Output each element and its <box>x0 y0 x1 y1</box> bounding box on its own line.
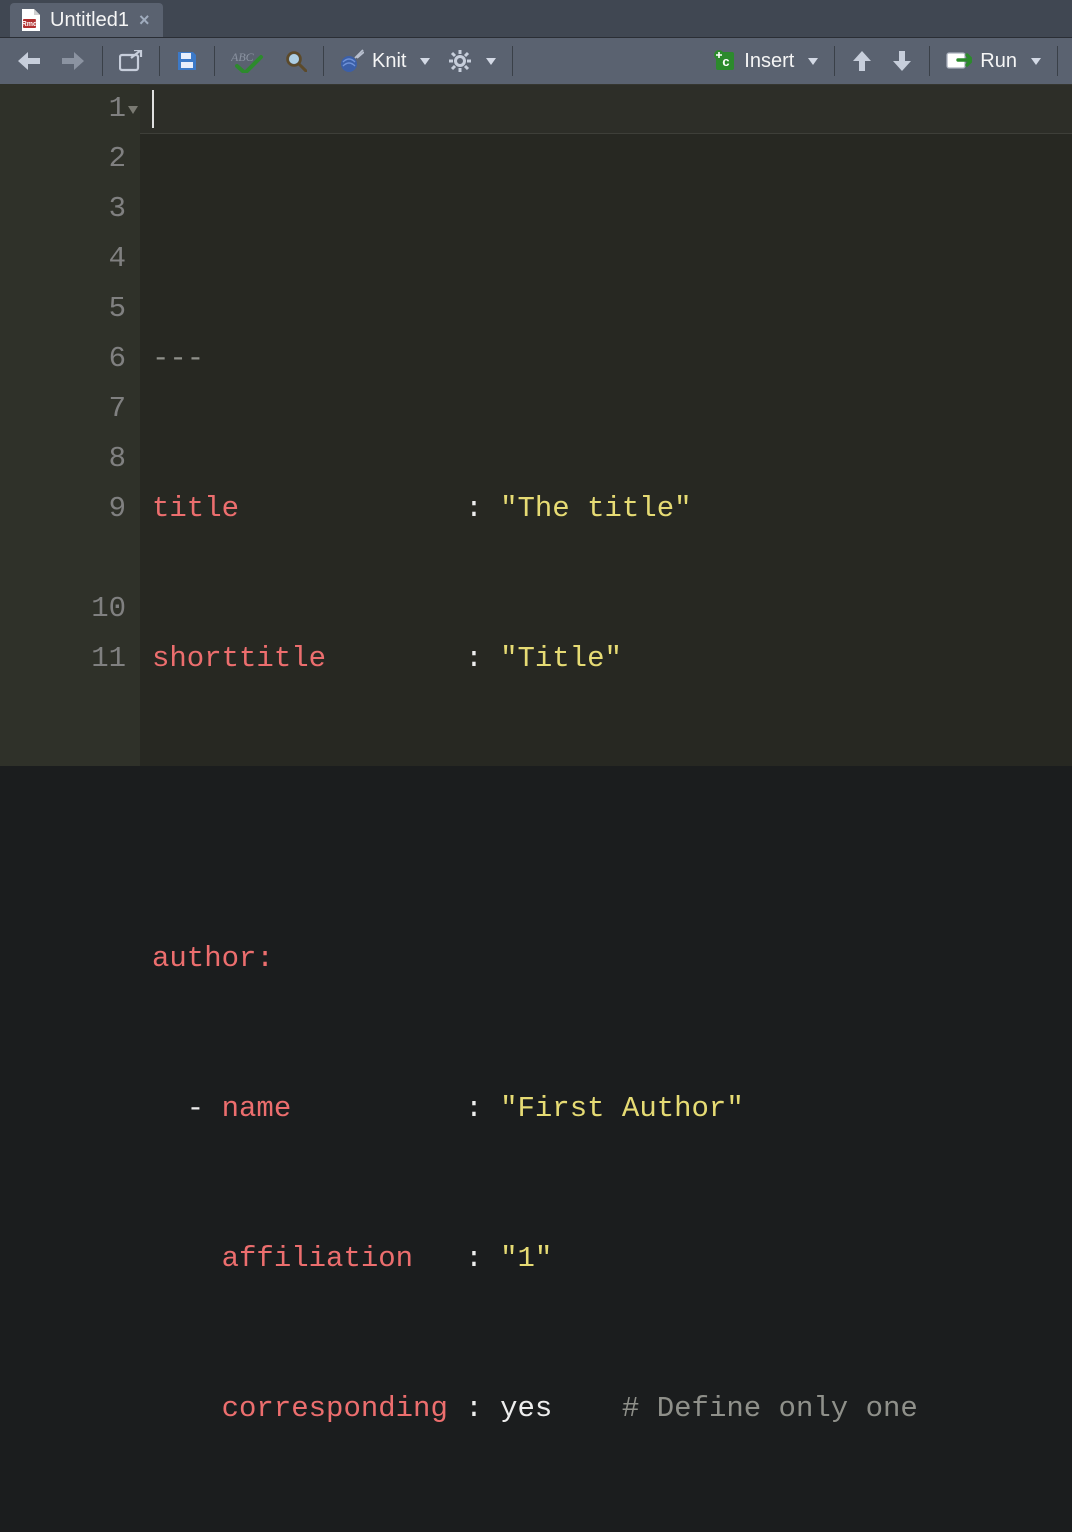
knit-icon <box>340 49 364 73</box>
document-options-button[interactable] <box>446 47 498 75</box>
chevron-down-icon <box>420 58 430 65</box>
insert-chunk-icon: c <box>714 50 736 72</box>
nav-back-button[interactable] <box>14 48 44 74</box>
insert-chunk-button[interactable]: c Insert <box>712 48 820 75</box>
prev-chunk-button[interactable] <box>849 47 875 75</box>
run-label: Run <box>980 50 1017 73</box>
next-chunk-button[interactable] <box>889 47 915 75</box>
arrow-left-icon <box>16 50 42 72</box>
nav-fwd-button[interactable] <box>58 48 88 74</box>
tabstrip: Rmd Untitled1 × <box>0 0 1072 38</box>
save-button[interactable] <box>174 48 200 74</box>
svg-text:ABC: ABC <box>231 50 255 64</box>
tab-title: Untitled1 <box>50 10 129 30</box>
active-line-highlight <box>140 84 1072 134</box>
fold-icon[interactable] <box>128 106 138 114</box>
tab-untitled1[interactable]: Rmd Untitled1 × <box>10 3 163 37</box>
knit-button[interactable]: Knit <box>338 47 432 75</box>
svg-text:Rmd: Rmd <box>22 21 38 28</box>
chevron-down-icon <box>1031 58 1041 65</box>
line-number-gutter: 1 2 3 4 5 6 7 8 9 10 11 <box>0 84 140 766</box>
text-cursor <box>152 90 154 128</box>
chevron-down-icon <box>486 58 496 65</box>
chevron-down-icon <box>808 58 818 65</box>
arrow-up-icon <box>851 49 873 73</box>
spellcheck-icon: ABC <box>231 49 267 73</box>
knit-label: Knit <box>372 50 406 73</box>
run-icon <box>946 50 972 72</box>
arrow-right-icon <box>60 50 86 72</box>
run-button[interactable]: Run <box>944 48 1043 75</box>
arrow-down-icon <box>891 49 913 73</box>
find-replace-button[interactable] <box>283 48 309 74</box>
code-editor[interactable]: 1 2 3 4 5 6 7 8 9 10 11 --- title : "The… <box>0 84 1072 766</box>
rmd-file-icon: Rmd <box>20 9 40 31</box>
tab-close-button[interactable]: × <box>139 11 150 29</box>
search-icon <box>285 50 307 72</box>
code-area[interactable]: --- title : "The title" shorttitle : "Ti… <box>140 84 1072 766</box>
popout-icon <box>119 50 143 72</box>
spellcheck-button[interactable]: ABC <box>229 47 269 75</box>
insert-label: Insert <box>744 50 794 73</box>
save-icon <box>176 50 198 72</box>
gear-icon <box>448 49 472 73</box>
toolbar: ABC Knit <box>0 38 1072 84</box>
show-in-new-window-button[interactable] <box>117 48 145 74</box>
